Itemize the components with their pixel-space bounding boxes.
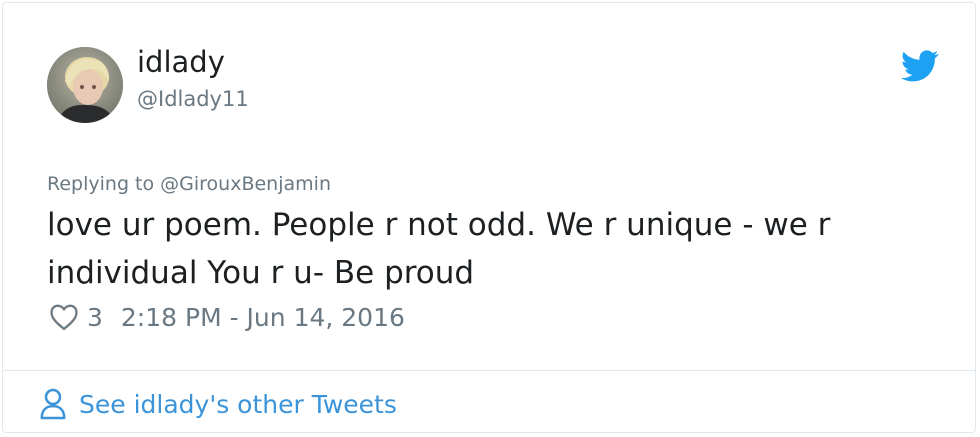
person-icon bbox=[40, 388, 66, 420]
twitter-bird-icon[interactable] bbox=[901, 50, 939, 82]
like-count[interactable]: 3 bbox=[87, 303, 103, 332]
tweet-text: love ur poem. People r not odd. We r uni… bbox=[47, 207, 831, 291]
tweet-card: idlady @Idlady11 Replying to @GirouxBenj… bbox=[2, 2, 976, 433]
display-name[interactable]: idlady bbox=[137, 45, 225, 80]
tweet-footer: See idlady's other Tweets bbox=[3, 370, 975, 432]
replying-to[interactable]: Replying to @GirouxBenjamin bbox=[47, 173, 331, 195]
heart-icon[interactable] bbox=[49, 303, 79, 331]
avatar-image bbox=[47, 47, 123, 123]
see-other-tweets-link[interactable]: See idlady's other Tweets bbox=[39, 387, 397, 421]
see-other-tweets-label: See idlady's other Tweets bbox=[79, 389, 397, 419]
avatar[interactable] bbox=[47, 47, 123, 123]
user-handle[interactable]: @Idlady11 bbox=[137, 87, 249, 112]
tweet-meta: 3 2:18 PM - Jun 14, 2016 bbox=[49, 299, 405, 335]
timestamp[interactable]: 2:18 PM - Jun 14, 2016 bbox=[121, 303, 405, 332]
